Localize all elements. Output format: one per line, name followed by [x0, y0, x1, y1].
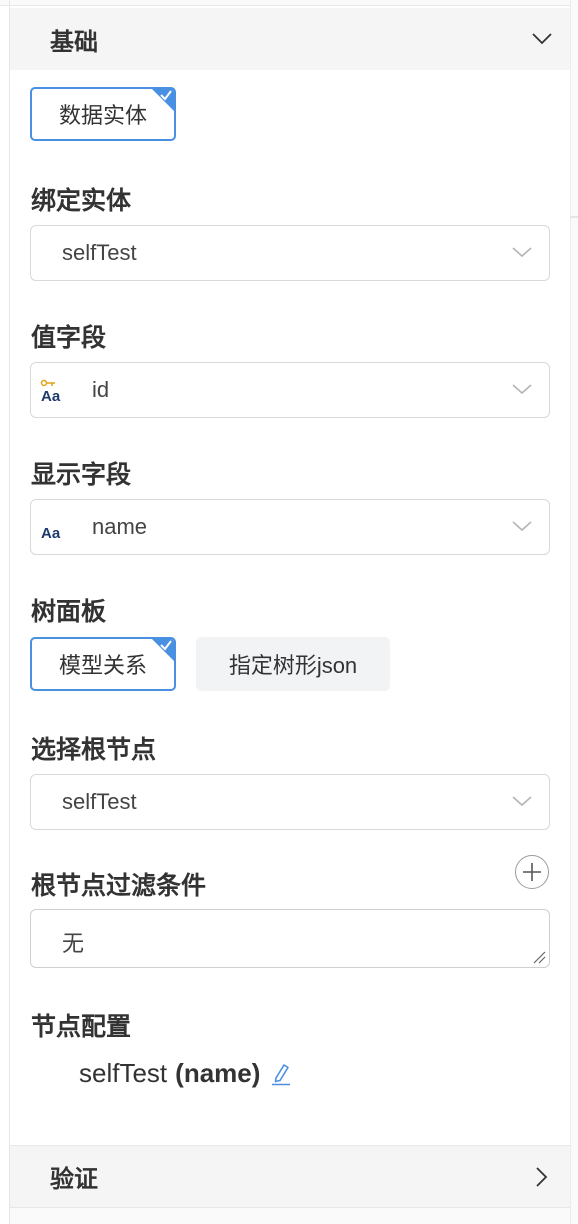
value-field-select[interactable]: Aa id — [30, 362, 550, 418]
value-field-label: 值字段 — [31, 324, 107, 352]
root-filter-textarea[interactable]: 无 — [30, 909, 550, 968]
chevron-down-icon — [512, 247, 532, 258]
node-config-entity: selfTest — [79, 1058, 168, 1088]
bottom-divider — [10, 1207, 570, 1224]
root-node-label: 选择根节点 — [31, 736, 157, 764]
svg-text:Aa: Aa — [41, 525, 61, 542]
selected-check-icon — [152, 89, 174, 111]
plus-icon — [523, 863, 541, 881]
chevron-down-icon — [512, 384, 532, 395]
svg-text:Aa: Aa — [41, 388, 61, 405]
node-config-item: selfTest (name) — [79, 1058, 292, 1089]
display-field-label: 显示字段 — [31, 461, 132, 489]
key-text-type-icon: Aa — [40, 379, 61, 405]
node-config-field: (name) — [175, 1058, 261, 1088]
resize-grip-icon[interactable] — [532, 950, 546, 964]
data-entity-option[interactable]: 数据实体 — [30, 87, 176, 141]
display-field-value: name — [92, 514, 148, 539]
chevron-down-icon[interactable] — [530, 27, 554, 51]
selected-check-icon — [152, 639, 174, 661]
bind-entity-select[interactable]: selfTest — [30, 225, 550, 281]
root-filter-value: 无 — [62, 931, 85, 956]
chevron-down-icon — [512, 796, 532, 807]
bind-entity-label: 绑定实体 — [31, 187, 132, 215]
section-header-basic[interactable]: 基础 — [10, 8, 570, 70]
root-filter-label: 根节点过滤条件 — [31, 872, 207, 900]
tree-panel-label: 树面板 — [31, 598, 107, 626]
display-field-select[interactable]: Aa name — [30, 499, 550, 555]
node-config-label: 节点配置 — [31, 1013, 132, 1041]
chevron-right-icon[interactable] — [530, 1165, 554, 1189]
section-title-verify: 验证 — [50, 1166, 98, 1193]
value-field-value: id — [92, 377, 110, 402]
data-entity-option-label: 数据实体 — [58, 103, 147, 128]
tree-option-model-relation[interactable]: 模型关系 — [30, 637, 176, 691]
edit-pencil-icon[interactable] — [270, 1062, 292, 1086]
right-scroll-edge — [570, 0, 578, 1224]
left-divider — [9, 0, 10, 1224]
section-header-verify[interactable]: 验证 — [10, 1145, 570, 1207]
root-node-value: selfTest — [62, 789, 137, 814]
tree-option-json[interactable]: 指定树形json — [196, 637, 390, 691]
root-node-select[interactable]: selfTest — [30, 774, 550, 830]
tree-option-model-relation-label: 模型关系 — [58, 653, 147, 678]
add-filter-button[interactable] — [515, 855, 549, 889]
right-edge-marker — [570, 216, 578, 218]
bind-entity-value: selfTest — [62, 240, 137, 265]
chevron-down-icon — [512, 521, 532, 532]
top-divider — [0, 0, 570, 6]
tree-option-json-label: 指定树形json — [228, 653, 358, 678]
text-type-icon: Aa — [41, 525, 61, 542]
section-title-basic: 基础 — [50, 28, 98, 56]
